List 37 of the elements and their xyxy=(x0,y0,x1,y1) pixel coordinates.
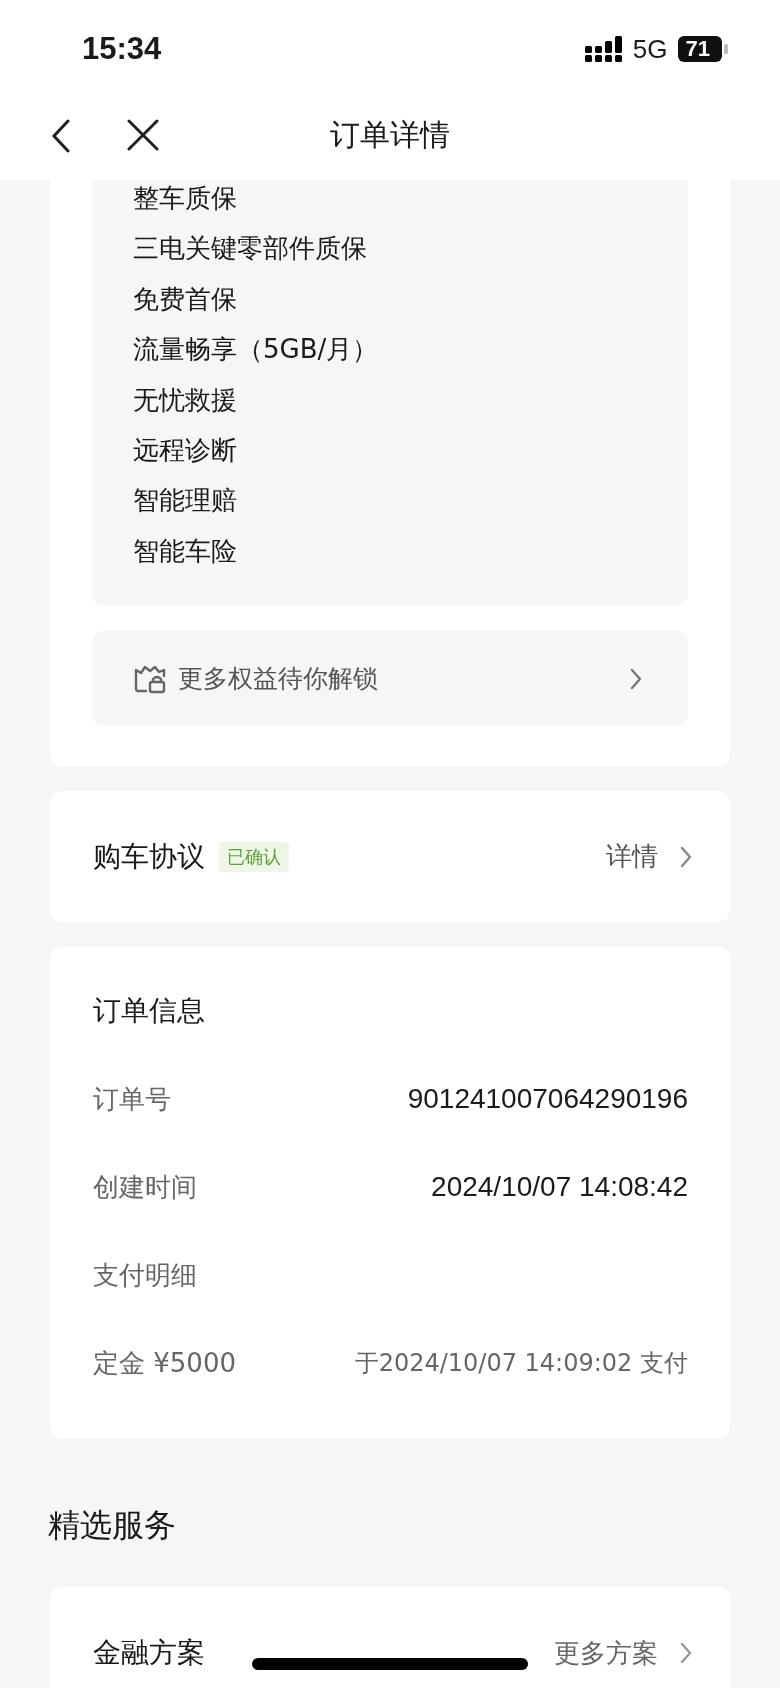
finance-title: 金融方案 xyxy=(93,1635,205,1672)
back-button[interactable] xyxy=(50,119,72,153)
chevron-right-icon xyxy=(630,667,642,690)
more-plans-link[interactable]: 更多方案 xyxy=(554,1635,692,1671)
battery-cap-icon xyxy=(724,44,728,54)
bag-lock-icon xyxy=(134,663,166,694)
unlock-benefits-row[interactable]: 更多权益待你解锁 xyxy=(92,631,688,727)
agreement-title: 购车协议 xyxy=(93,838,205,875)
status-badge: 已确认 xyxy=(219,841,289,872)
field-value: 2024/10/07 14:08:42 xyxy=(431,1171,688,1204)
benefit-item: 无忧救援 xyxy=(133,383,238,417)
field-label: 创建时间 xyxy=(93,1170,197,1204)
payment-amount: 定金 ¥5000 xyxy=(93,1346,236,1380)
battery-level: 71 xyxy=(677,36,722,62)
benefit-item: 智能车险 xyxy=(133,534,238,568)
close-button[interactable] xyxy=(127,119,159,151)
section-title: 订单信息 xyxy=(93,993,205,1030)
benefit-item: 智能理赔 xyxy=(133,484,238,518)
benefit-item: 流量畅享（5GB/月） xyxy=(133,333,380,367)
field-label: 订单号 xyxy=(93,1082,171,1116)
field-value: 901241007064290196 xyxy=(407,1083,688,1116)
benefit-item: 免费首保 xyxy=(133,282,238,316)
chevron-left-icon xyxy=(50,119,72,153)
signal-icon xyxy=(584,36,623,62)
benefit-item: 远程诊断 xyxy=(133,433,238,467)
details-link[interactable]: 详情 xyxy=(606,839,692,875)
chevron-right-icon xyxy=(680,1642,692,1665)
field-label: 支付明细 xyxy=(93,1258,197,1292)
network-label: 5G xyxy=(632,33,668,65)
benefit-item: 整车质保 xyxy=(133,182,238,215)
clock: 15:34 xyxy=(82,31,162,67)
benefit-item: 三电关键零部件质保 xyxy=(133,232,368,266)
chevron-right-icon xyxy=(680,845,692,868)
page-title: 订单详情 xyxy=(330,115,450,154)
close-icon xyxy=(127,119,159,151)
payment-time: 于2024/10/07 14:09:02 支付 xyxy=(354,1348,688,1380)
section-title: 精选服务 xyxy=(48,1505,177,1547)
